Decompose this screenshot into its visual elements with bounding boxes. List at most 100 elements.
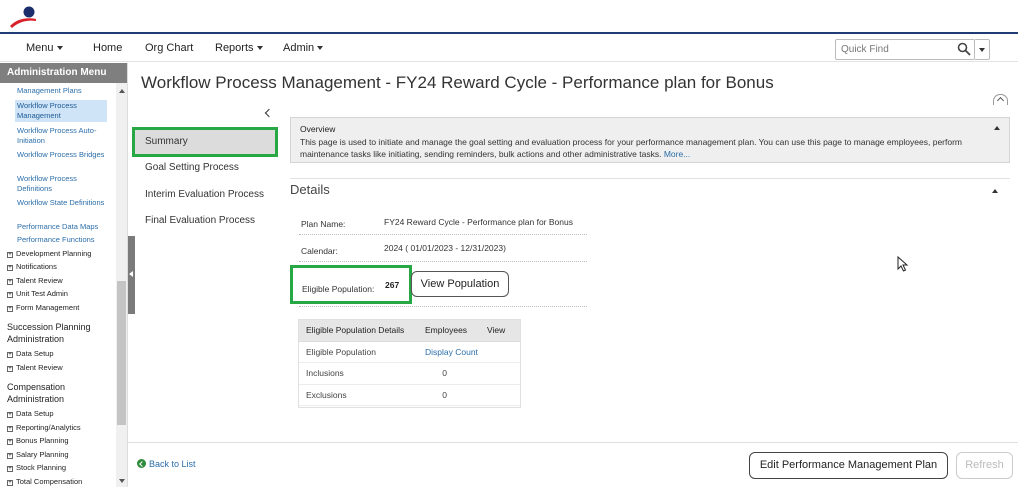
table-row: Exclusions 0	[298, 384, 521, 406]
sidebar-scrollbar[interactable]	[116, 83, 127, 487]
nav-home[interactable]: Home	[93, 42, 122, 54]
nav-admin[interactable]: Admin	[283, 42, 324, 54]
chevron-down-icon	[979, 48, 985, 52]
sidebar-group-reporting-analytics[interactable]: + Reporting/Analytics	[7, 423, 81, 433]
page-title: Workflow Process Management - FY24 Rewar…	[141, 73, 774, 92]
sidebar-group-label: Reporting/Analytics	[16, 423, 81, 432]
sidebar-item-workflow-state-definitions[interactable]: Workflow State Definitions	[17, 198, 109, 208]
row-view	[487, 362, 521, 385]
sidebar-group-label: Stock Planning	[16, 463, 67, 472]
sidebar-group-form-management[interactable]: + Form Management	[7, 303, 79, 313]
view-population-button[interactable]: View Population	[411, 271, 509, 297]
tab-goal-setting[interactable]: Goal Setting Process	[145, 162, 239, 173]
sidebar-item-workflow-process-auto-initiation[interactable]: Workflow Process Auto-Initiation	[17, 126, 109, 146]
sidebar-group-development-planning[interactable]: + Development Planning	[7, 249, 91, 259]
chevron-down-icon	[256, 46, 263, 51]
calendar-value: 2024 ( 01/01/2023 - 12/31/2023)	[384, 243, 506, 253]
expand-icon: +	[7, 480, 13, 486]
details-title: Details	[290, 182, 330, 197]
sidebar-item-performance-functions[interactable]: Performance Functions	[17, 235, 109, 245]
sidebar-group-unit-test-admin[interactable]: + Unit Test Admin	[7, 289, 68, 299]
eligible-population-label: Eligible Population:	[302, 284, 375, 294]
refresh-button: Refresh	[956, 452, 1013, 479]
overview-text: This page is used to initiate and manage…	[300, 136, 990, 160]
expand-icon: +	[7, 306, 13, 312]
admin-sidebar: Administration Menu Management Plans Wor…	[0, 63, 128, 487]
overview-title: Overview	[300, 124, 336, 134]
row-label: Exclusions	[298, 384, 417, 406]
sidebar-collapse-handle[interactable]	[128, 236, 135, 314]
overview-more-link[interactable]: More...	[664, 149, 690, 159]
display-count-link[interactable]: Display Count	[417, 341, 521, 363]
table-header-row: Eligible Population Details Employees Vi…	[298, 319, 521, 342]
sidebar-group-talent-review-succession[interactable]: + Talent Review	[7, 363, 63, 373]
tab-final-evaluation[interactable]: Final Evaluation Process	[145, 215, 255, 226]
chevron-down-icon	[56, 46, 63, 51]
expand-icon: +	[7, 292, 13, 298]
sidebar-item-workflow-process-bridges[interactable]: Workflow Process Bridges	[17, 150, 109, 160]
sidebar-group-label: Form Management	[16, 303, 80, 312]
sidebar-group-comp-data-setup[interactable]: + Data Setup	[7, 409, 54, 419]
sidebar-group-label: Data Setup	[16, 349, 54, 358]
overview-panel: Overview This page is used to initiate a…	[290, 117, 1010, 163]
collapse-header-icon[interactable]	[993, 94, 1008, 105]
row-value: 0	[417, 384, 487, 406]
quick-find-dropdown[interactable]	[975, 39, 990, 60]
sidebar-item-performance-data-maps[interactable]: Performance Data Maps	[17, 222, 109, 232]
column-header: View	[487, 319, 521, 342]
table-row: Inclusions 0	[298, 362, 521, 385]
sidebar-group-data-setup[interactable]: + Data Setup	[7, 349, 54, 359]
search-icon[interactable]	[957, 42, 971, 56]
app-root: Menu Home Org Chart Reports Admin Admini…	[0, 0, 1018, 487]
edit-performance-plan-button[interactable]: Edit Performance Management Plan	[749, 452, 948, 479]
row-value: 0	[417, 362, 487, 385]
expand-icon: +	[7, 453, 13, 459]
sidebar-group-label: Talent Review	[16, 363, 63, 372]
tab-summary-label: Summary	[145, 136, 188, 147]
company-logo	[10, 6, 36, 28]
expand-icon: +	[7, 265, 13, 271]
back-to-list-link[interactable]: Back to List	[137, 459, 196, 469]
sidebar-group-bonus-planning[interactable]: + Bonus Planning	[7, 436, 69, 446]
nav-menu[interactable]: Menu	[26, 42, 63, 54]
sidebar-item-workflow-process-management[interactable]: Workflow Process Management	[15, 100, 107, 122]
expand-icon: +	[7, 279, 13, 285]
sidebar-group-label: Bonus Planning	[16, 436, 69, 445]
mouse-cursor-icon	[897, 256, 909, 272]
nav-reports[interactable]: Reports	[215, 42, 263, 54]
eligible-population-highlight: Eligible Population: 267	[290, 265, 412, 304]
sidebar-group-label: Development Planning	[16, 249, 92, 258]
sidebar-item-management-plans[interactable]: Management Plans	[17, 86, 109, 96]
nav-org-chart[interactable]: Org Chart	[145, 42, 193, 54]
sidebar-item-workflow-process-definitions[interactable]: Workflow Process Definitions	[17, 174, 109, 194]
scroll-up-icon[interactable]	[119, 89, 125, 93]
tabs-collapse-icon[interactable]	[264, 108, 272, 118]
expand-icon: +	[7, 412, 13, 418]
plan-name-label: Plan Name:	[301, 219, 346, 229]
expand-icon: +	[7, 366, 13, 372]
nav-menu-label: Menu	[26, 42, 54, 54]
sidebar-group-total-compensation[interactable]: + Total Compensation	[7, 477, 82, 487]
collapse-details-icon[interactable]	[992, 189, 998, 193]
sidebar-group-stock-planning[interactable]: + Stock Planning	[7, 463, 66, 473]
sidebar-group-notifications[interactable]: + Notifications	[7, 262, 57, 272]
sidebar-group-salary-planning[interactable]: + Salary Planning	[7, 450, 69, 460]
calendar-label: Calendar:	[301, 246, 338, 256]
divider	[299, 261, 587, 262]
scroll-down-icon[interactable]	[119, 479, 125, 483]
tab-summary[interactable]: Summary	[132, 127, 278, 157]
eligible-population-count: 267	[385, 280, 400, 290]
collapse-overview-icon[interactable]	[994, 126, 1000, 130]
chevron-left-icon	[129, 271, 133, 277]
column-header: Eligible Population Details	[298, 319, 417, 342]
sidebar-group-talent-review[interactable]: + Talent Review	[7, 276, 63, 286]
expand-icon: +	[7, 352, 13, 358]
sidebar-group-label: Salary Planning	[16, 450, 69, 459]
scrollbar-thumb[interactable]	[117, 281, 126, 425]
quick-find-input[interactable]	[835, 39, 975, 60]
sidebar-group-label: Total Compensation	[16, 477, 83, 486]
tab-interim-evaluation[interactable]: Interim Evaluation Process	[145, 189, 264, 200]
sidebar-section-compensation: Compensation Administration	[7, 382, 66, 404]
column-header: Employees	[417, 319, 487, 342]
top-header	[0, 0, 1018, 34]
